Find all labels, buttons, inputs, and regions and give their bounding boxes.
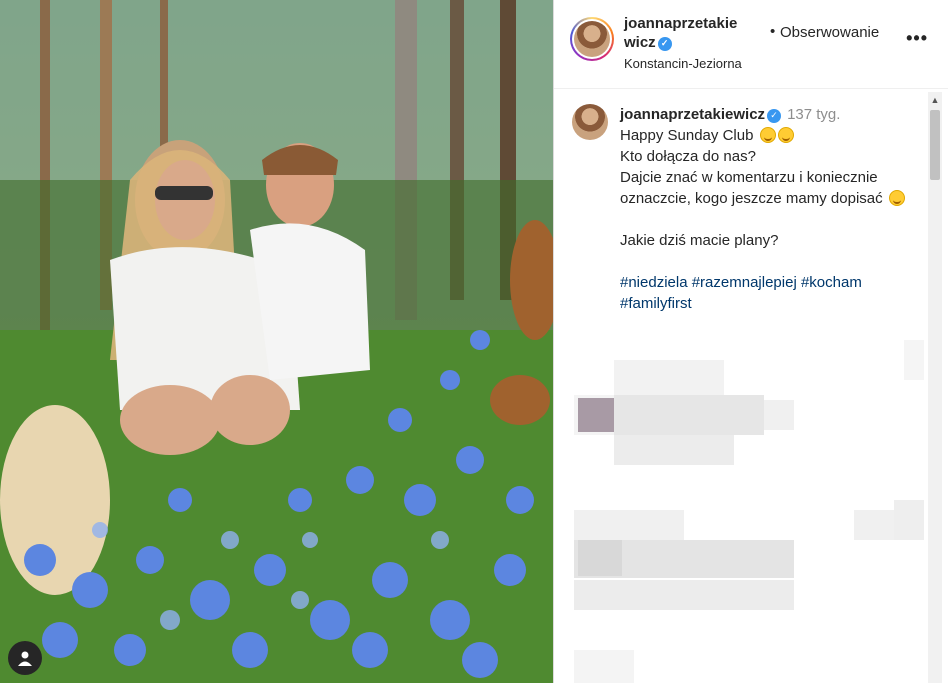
user-icon [18, 651, 32, 666]
post-side-panel: joannaprzetakiewicz ✓ • Obserwowanie ••• … [553, 0, 948, 683]
caption-body: joannaprzetakiewicz ✓ 137 tyg. Happy Sunda… [620, 104, 920, 314]
scroll-up-icon[interactable]: ▲ [928, 92, 942, 108]
profile-avatar[interactable] [570, 17, 614, 61]
hugging-face-emoji-icon [759, 127, 776, 143]
hugging-face-emoji-icon [777, 127, 794, 143]
verified-icon: ✓ [657, 36, 672, 51]
caption-time[interactable]: 137 tyg. [787, 106, 840, 123]
scrollbar-thumb[interactable] [930, 110, 940, 180]
post-photo[interactable] [0, 0, 553, 683]
following-button[interactable]: Obserwowanie [780, 24, 879, 41]
caption-hashtags-1[interactable]: #niedziela #razemnajlepiej #kocham [620, 272, 920, 293]
caption-username[interactable]: joannaprzetakiewicz [620, 106, 765, 123]
caption-line-3: Dajcie znać w komentarzu i koniecznie oz… [620, 169, 883, 207]
caption-avatar[interactable] [572, 104, 608, 140]
tagged-users-button[interactable] [8, 641, 42, 675]
caption-hashtags-2[interactable]: #familyfirst [620, 293, 920, 314]
hugging-face-emoji-icon [888, 190, 905, 206]
post-photo-illustration [0, 0, 553, 683]
pixelated-comments-area [554, 340, 924, 683]
post-location[interactable]: Konstancin-Jeziorna [624, 56, 742, 71]
caption-line-2: Kto dołącza do nas? [620, 148, 756, 165]
avatar-image [574, 21, 610, 57]
header-username[interactable]: joannaprzetakiewicz ✓ [624, 14, 749, 52]
caption-line-1: Happy Sunday Club [620, 127, 754, 144]
post-header: joannaprzetakiewicz ✓ • Obserwowanie ••• … [554, 0, 948, 89]
more-options-icon[interactable]: ••• [906, 28, 928, 49]
header-separator: • [770, 23, 776, 40]
caption-line-4: Jakie dziś macie plany? [620, 232, 779, 249]
comments-scrollbar[interactable] [928, 92, 942, 683]
caption-verified-icon: ✓ [767, 108, 782, 123]
header-username-text[interactable]: joannaprzetakiewicz [624, 15, 737, 51]
